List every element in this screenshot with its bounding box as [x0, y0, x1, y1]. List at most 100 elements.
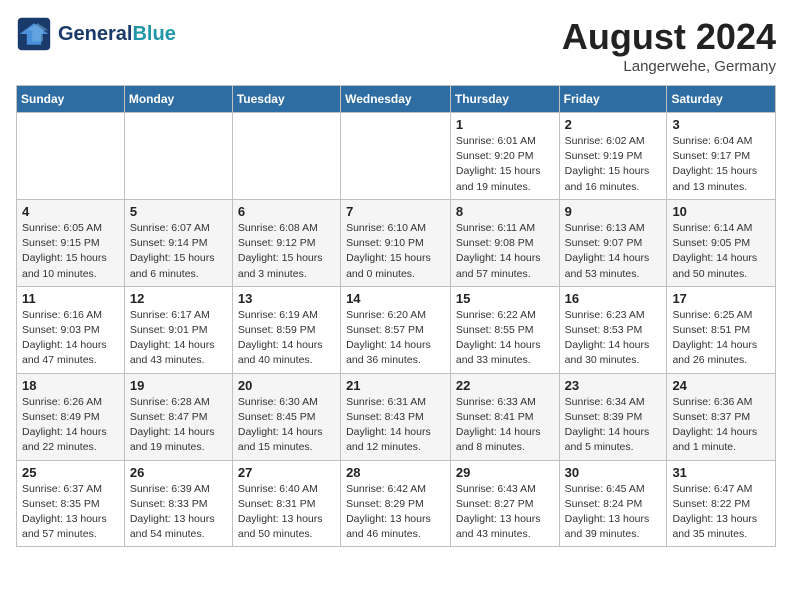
day-number: 26 [130, 465, 227, 480]
day-info: Sunrise: 6:07 AM Sunset: 9:14 PM Dayligh… [130, 221, 227, 282]
day-info: Sunrise: 6:01 AM Sunset: 9:20 PM Dayligh… [456, 134, 554, 195]
calendar-cell [17, 113, 125, 200]
calendar-cell [341, 113, 451, 200]
calendar-cell: 11 Sunrise: 6:16 AM Sunset: 9:03 PM Dayli… [17, 286, 125, 373]
calendar-cell: 28 Sunrise: 6:42 AM Sunset: 8:29 PM Dayli… [341, 460, 451, 547]
calendar-week-row: 18 Sunrise: 6:26 AM Sunset: 8:49 PM Dayli… [17, 373, 776, 460]
day-number: 30 [565, 465, 662, 480]
day-number: 17 [672, 291, 770, 306]
day-info: Sunrise: 6:42 AM Sunset: 8:29 PM Dayligh… [346, 482, 445, 543]
day-info: Sunrise: 6:45 AM Sunset: 8:24 PM Dayligh… [565, 482, 662, 543]
day-number: 4 [22, 204, 119, 219]
calendar-cell: 10 Sunrise: 6:14 AM Sunset: 9:05 PM Dayli… [667, 199, 776, 286]
logo: GeneralBlue [16, 16, 176, 52]
weekday-header-friday: Friday [559, 86, 667, 113]
day-info: Sunrise: 6:40 AM Sunset: 8:31 PM Dayligh… [238, 482, 335, 543]
calendar-cell: 13 Sunrise: 6:19 AM Sunset: 8:59 PM Dayli… [232, 286, 340, 373]
day-number: 14 [346, 291, 445, 306]
calendar-cell [232, 113, 340, 200]
day-info: Sunrise: 6:17 AM Sunset: 9:01 PM Dayligh… [130, 308, 227, 369]
day-number: 16 [565, 291, 662, 306]
day-number: 10 [672, 204, 770, 219]
page-header: GeneralBlue August 2024 Langerwehe, Germ… [16, 16, 776, 75]
day-number: 7 [346, 204, 445, 219]
day-number: 12 [130, 291, 227, 306]
day-info: Sunrise: 6:28 AM Sunset: 8:47 PM Dayligh… [130, 395, 227, 456]
day-info: Sunrise: 6:14 AM Sunset: 9:05 PM Dayligh… [672, 221, 770, 282]
calendar-cell: 27 Sunrise: 6:40 AM Sunset: 8:31 PM Dayli… [232, 460, 340, 547]
day-info: Sunrise: 6:05 AM Sunset: 9:15 PM Dayligh… [22, 221, 119, 282]
day-number: 27 [238, 465, 335, 480]
calendar-cell: 3Sunrise: 6:04 AM Sunset: 9:17 PM Daylig… [667, 113, 776, 200]
calendar-cell: 22Sunrise: 6:33 AM Sunset: 8:41 PM Dayli… [450, 373, 559, 460]
weekday-header-saturday: Saturday [667, 86, 776, 113]
day-number: 11 [22, 291, 119, 306]
calendar-cell: 25Sunrise: 6:37 AM Sunset: 8:35 PM Dayli… [17, 460, 125, 547]
calendar-cell: 8 Sunrise: 6:11 AM Sunset: 9:08 PM Daylig… [450, 199, 559, 286]
calendar-week-row: 25Sunrise: 6:37 AM Sunset: 8:35 PM Dayli… [17, 460, 776, 547]
calendar-cell: 1 Sunrise: 6:01 AM Sunset: 9:20 PM Daylig… [450, 113, 559, 200]
day-info: Sunrise: 6:33 AM Sunset: 8:41 PM Dayligh… [456, 395, 554, 456]
day-info: Sunrise: 6:43 AM Sunset: 8:27 PM Dayligh… [456, 482, 554, 543]
day-info: Sunrise: 6:26 AM Sunset: 8:49 PM Dayligh… [22, 395, 119, 456]
day-info: Sunrise: 6:47 AM Sunset: 8:22 PM Dayligh… [672, 482, 770, 543]
calendar-cell: 29Sunrise: 6:43 AM Sunset: 8:27 PM Dayli… [450, 460, 559, 547]
calendar-cell: 9 Sunrise: 6:13 AM Sunset: 9:07 PM Daylig… [559, 199, 667, 286]
calendar-cell: 5 Sunrise: 6:07 AM Sunset: 9:14 PM Daylig… [124, 199, 232, 286]
calendar-cell: 24 Sunrise: 6:36 AM Sunset: 8:37 PM Dayli… [667, 373, 776, 460]
day-number: 2 [565, 117, 662, 132]
calendar-cell: 31Sunrise: 6:47 AM Sunset: 8:22 PM Dayli… [667, 460, 776, 547]
day-number: 5 [130, 204, 227, 219]
day-info: Sunrise: 6:16 AM Sunset: 9:03 PM Dayligh… [22, 308, 119, 369]
title-block: August 2024 Langerwehe, Germany [562, 16, 776, 75]
day-info: Sunrise: 6:13 AM Sunset: 9:07 PM Dayligh… [565, 221, 662, 282]
day-info: Sunrise: 6:37 AM Sunset: 8:35 PM Dayligh… [22, 482, 119, 543]
logo-icon [16, 16, 52, 52]
day-info: Sunrise: 6:08 AM Sunset: 9:12 PM Dayligh… [238, 221, 335, 282]
day-info: Sunrise: 6:39 AM Sunset: 8:33 PM Dayligh… [130, 482, 227, 543]
day-number: 1 [456, 117, 554, 132]
weekday-header-thursday: Thursday [450, 86, 559, 113]
calendar-cell: 12 Sunrise: 6:17 AM Sunset: 9:01 PM Dayli… [124, 286, 232, 373]
day-info: Sunrise: 6:22 AM Sunset: 8:55 PM Dayligh… [456, 308, 554, 369]
day-number: 24 [672, 378, 770, 393]
calendar-cell: 26 Sunrise: 6:39 AM Sunset: 8:33 PM Dayli… [124, 460, 232, 547]
calendar-cell: 23Sunrise: 6:34 AM Sunset: 8:39 PM Dayli… [559, 373, 667, 460]
weekday-header-monday: Monday [124, 86, 232, 113]
weekday-header-wednesday: Wednesday [341, 86, 451, 113]
calendar-cell: 30 Sunrise: 6:45 AM Sunset: 8:24 PM Dayli… [559, 460, 667, 547]
calendar-cell: 15 Sunrise: 6:22 AM Sunset: 8:55 PM Dayli… [450, 286, 559, 373]
day-number: 8 [456, 204, 554, 219]
weekday-header-tuesday: Tuesday [232, 86, 340, 113]
day-info: Sunrise: 6:23 AM Sunset: 8:53 PM Dayligh… [565, 308, 662, 369]
day-number: 20 [238, 378, 335, 393]
day-info: Sunrise: 6:04 AM Sunset: 9:17 PM Dayligh… [672, 134, 770, 195]
calendar-cell: 20Sunrise: 6:30 AM Sunset: 8:45 PM Dayli… [232, 373, 340, 460]
month-title: August 2024 [562, 16, 776, 58]
day-info: Sunrise: 6:36 AM Sunset: 8:37 PM Dayligh… [672, 395, 770, 456]
day-number: 21 [346, 378, 445, 393]
day-info: Sunrise: 6:19 AM Sunset: 8:59 PM Dayligh… [238, 308, 335, 369]
day-number: 6 [238, 204, 335, 219]
day-number: 23 [565, 378, 662, 393]
calendar-week-row: 4 Sunrise: 6:05 AM Sunset: 9:15 PM Daylig… [17, 199, 776, 286]
calendar-cell: 7 Sunrise: 6:10 AM Sunset: 9:10 PM Daylig… [341, 199, 451, 286]
day-number: 18 [22, 378, 119, 393]
day-info: Sunrise: 6:10 AM Sunset: 9:10 PM Dayligh… [346, 221, 445, 282]
calendar-cell: 2Sunrise: 6:02 AM Sunset: 9:19 PM Daylig… [559, 113, 667, 200]
calendar-cell: 4 Sunrise: 6:05 AM Sunset: 9:15 PM Daylig… [17, 199, 125, 286]
location: Langerwehe, Germany [562, 58, 776, 75]
day-number: 19 [130, 378, 227, 393]
day-number: 13 [238, 291, 335, 306]
calendar-week-row: 11 Sunrise: 6:16 AM Sunset: 9:03 PM Dayli… [17, 286, 776, 373]
day-number: 28 [346, 465, 445, 480]
calendar-cell: 6 Sunrise: 6:08 AM Sunset: 9:12 PM Daylig… [232, 199, 340, 286]
calendar-cell: 17Sunrise: 6:25 AM Sunset: 8:51 PM Dayli… [667, 286, 776, 373]
calendar-cell [124, 113, 232, 200]
day-info: Sunrise: 6:11 AM Sunset: 9:08 PM Dayligh… [456, 221, 554, 282]
weekday-header-sunday: Sunday [17, 86, 125, 113]
calendar-cell: 21Sunrise: 6:31 AM Sunset: 8:43 PM Dayli… [341, 373, 451, 460]
day-number: 9 [565, 204, 662, 219]
day-number: 15 [456, 291, 554, 306]
day-info: Sunrise: 6:20 AM Sunset: 8:57 PM Dayligh… [346, 308, 445, 369]
